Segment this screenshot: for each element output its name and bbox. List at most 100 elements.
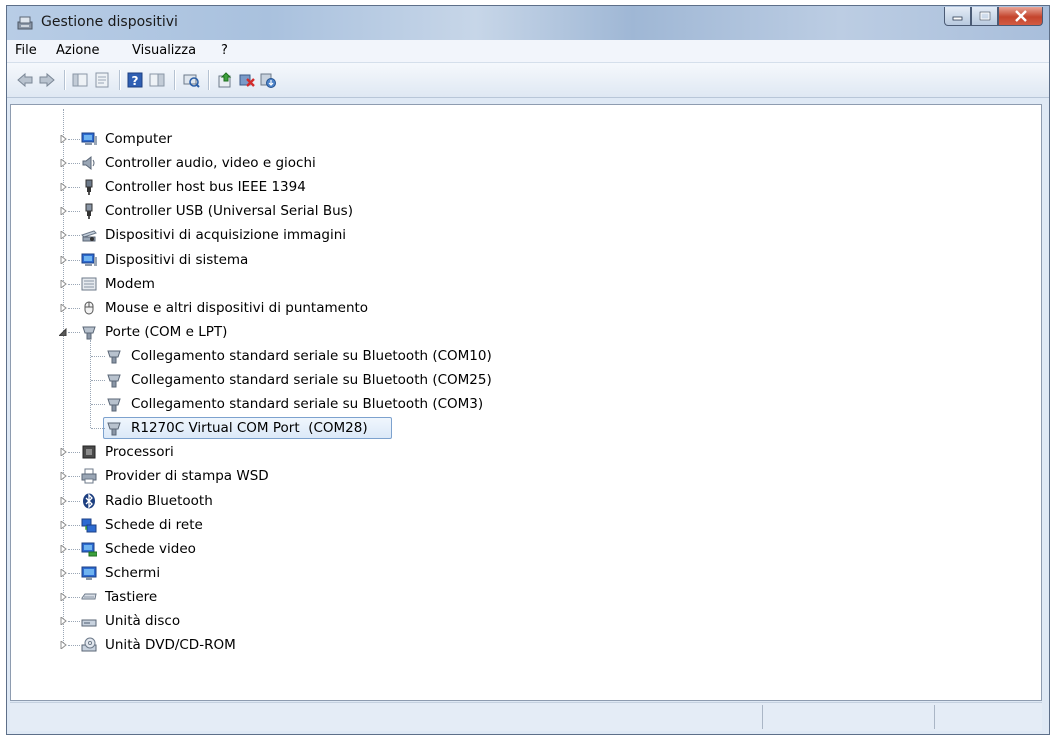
tree-category-row[interactable]: Controller host bus IEEE 1394 [11,176,1011,198]
firewire-plug-icon [85,179,93,196]
menu-azione[interactable]: Azione [56,43,100,58]
properties-icon[interactable] [93,71,111,89]
expand-arrow-icon[interactable] [59,544,67,553]
system-devices-icon [81,253,97,266]
minimize-icon [952,16,962,21]
title-bar[interactable]: Gestione dispositivi [7,6,1049,40]
collapse-arrow-icon[interactable] [59,327,67,336]
port-device-row[interactable]: Collegamento standard seriale su Bluetoo… [11,393,1011,415]
menu-file[interactable]: File [15,43,37,58]
tree-category-row[interactable]: Porte (COM e LPT) [11,321,1011,343]
close-button[interactable] [998,7,1043,26]
expand-arrow-icon[interactable] [59,641,67,650]
tree-category-row[interactable]: Dispositivi di acquisizione immagini [11,224,1011,246]
expand-arrow-icon[interactable] [59,568,67,577]
modem-icon [81,277,97,291]
expand-arrow-icon[interactable] [59,255,67,264]
tree-category-row[interactable]: Tastiere [11,586,1011,608]
forward-arrow-icon[interactable] [38,71,56,89]
tree-category-label: Schede di rete [105,516,203,533]
tree-category-label: Controller audio, video e giochi [105,155,316,172]
expand-arrow-icon[interactable] [59,279,67,288]
tree-category-row[interactable]: Mouse e altri dispositivi di puntamento [11,297,1011,319]
tree-category-row[interactable]: Schede di rete [11,514,1011,536]
tree-category-label: Mouse e altri dispositivi di puntamento [105,299,369,316]
disable-device-icon[interactable] [259,71,277,89]
expand-arrow-icon[interactable] [59,592,67,601]
display-adapter-icon [81,542,97,557]
tree-category-row[interactable]: Unità disco [11,610,1011,632]
mouse-icon [84,301,94,315]
scanner-icon [81,230,97,242]
expand-arrow-icon[interactable] [59,472,67,481]
tree-category-row[interactable]: Processori [11,441,1011,463]
expand-arrow-icon[interactable] [59,496,67,505]
port-device-label: Collegamento standard seriale su Bluetoo… [131,347,492,364]
port-device-row[interactable]: Collegamento standard seriale su Bluetoo… [11,345,1011,367]
monitor-icon [81,566,97,580]
minimize-button[interactable] [944,7,971,26]
tree-category-label: Dispositivi di sistema [105,251,249,268]
serial-port-icon [107,350,121,364]
svg-text:?: ? [132,74,139,88]
expand-arrow-icon[interactable] [59,617,67,625]
tree-category-label: Unità DVD/CD-ROM [105,637,236,654]
tree-category-row[interactable]: Provider di stampa WSD [11,465,1011,487]
menu-help[interactable]: ? [221,43,228,58]
tree-category-label: Radio Bluetooth [105,492,213,509]
tree-category-label: Controller USB (Universal Serial Bus) [105,203,353,220]
expand-arrow-icon[interactable] [59,231,67,240]
tree-category-row[interactable]: Unità DVD/CD-ROM [11,634,1011,656]
tree-category-label: Porte (COM e LPT) [105,323,228,340]
keyboard-icon [81,593,97,600]
scan-hardware-icon[interactable] [182,71,200,89]
console-tree-icon[interactable] [71,71,89,89]
tree-category-label: Unità disco [105,613,181,629]
expand-arrow-icon[interactable] [59,448,67,457]
tree-category-row[interactable]: Controller USB (Universal Serial Bus) [11,200,1011,222]
computer-icon [81,132,97,145]
network-adapter-icon [81,518,97,533]
bluetooth-icon [83,492,95,509]
tree-category-row[interactable]: Schermi [11,562,1011,584]
serial-port-icon [107,374,121,388]
tree-category-label: Modem [105,275,155,292]
uninstall-device-icon[interactable] [238,71,256,89]
device-manager-icon [17,16,33,30]
expand-arrow-icon[interactable] [59,135,67,143]
tree-category-row[interactable]: Schede video [11,538,1011,560]
menu-bar: File Azione Visualizza ? [7,40,1049,63]
status-bar [10,702,1042,731]
expand-arrow-icon[interactable] [59,520,67,529]
menu-visualizza[interactable]: Visualizza [132,43,196,58]
dvd-drive-icon [81,637,97,652]
tree-category-row[interactable]: Controller audio, video e giochi [11,152,1011,174]
maximize-button[interactable] [971,7,998,26]
expand-arrow-icon[interactable] [59,207,67,216]
tree-category-row[interactable]: Computer [11,128,1011,150]
tree-category-label: Processori [105,444,174,461]
tree-category-row[interactable]: Radio Bluetooth [11,490,1011,512]
serial-port-icon [107,398,121,412]
disk-drive-icon [81,619,97,627]
maximize-icon [979,11,990,21]
port-device-row[interactable]: Collegamento standard seriale su Bluetoo… [11,369,1011,391]
update-driver-icon[interactable] [216,71,234,89]
processor-icon [82,445,96,459]
device-tree[interactable]: Computer Controller audio, video e giochi… [10,104,1042,701]
tree-category-row[interactable]: Dispositivi di sistema [11,249,1011,271]
port-device-label: Collegamento standard seriale su Bluetoo… [131,372,492,388]
show-hide-action-pane-icon[interactable] [148,71,166,89]
tree-category-row[interactable]: Modem [11,273,1011,295]
port-device-row[interactable]: R1270C Virtual COM Port (COM28) [11,417,1011,440]
expand-arrow-icon[interactable] [59,159,67,168]
printer-icon [81,468,97,484]
toolbar: ? [7,63,1049,98]
expand-arrow-icon[interactable] [59,303,67,312]
tree-category-label: Tastiere [105,588,158,605]
expand-arrow-icon[interactable] [59,183,67,192]
help-icon[interactable]: ? [126,71,144,89]
speaker-icon [82,156,95,171]
port-device-label: Collegamento standard seriale su Bluetoo… [131,396,484,413]
back-arrow-icon[interactable] [16,71,34,89]
